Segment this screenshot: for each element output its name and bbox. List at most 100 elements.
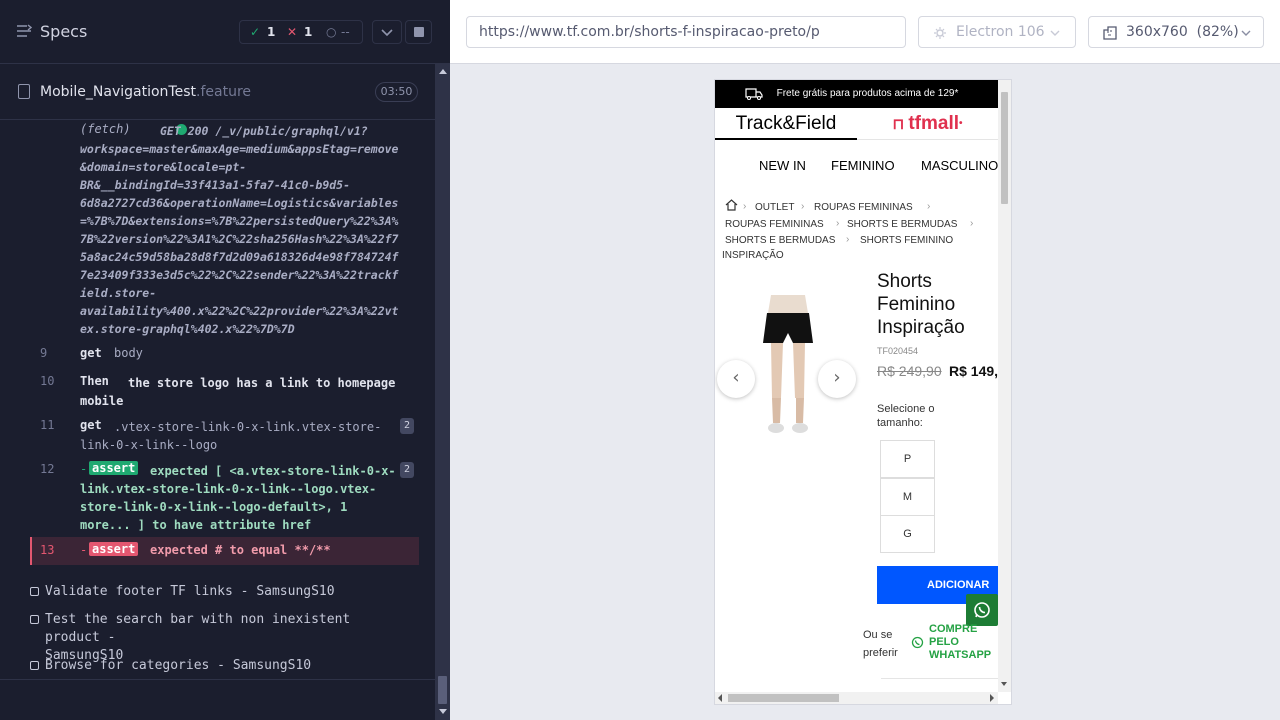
url-bar[interactable]: https://www.tf.com.br/shorts-f-inspiraca…: [466, 16, 906, 48]
prev-image-button[interactable]: ‹: [717, 360, 755, 398]
scroll-right-arrow[interactable]: [990, 694, 994, 702]
test-title-line: Browse for categories - SamsungS10: [45, 658, 312, 673]
main-nav: NEW IN FEMININO MASCULINO: [715, 150, 998, 180]
breadcrumb-item[interactable]: SHORTS E BERMUDAS: [725, 235, 835, 246]
message-line: 5a8ac24c59d58ba28d8f7d2d09a618326d4e98f7…: [80, 250, 399, 264]
breadcrumb-item[interactable]: OUTLET: [755, 202, 794, 213]
breadcrumb-item[interactable]: SHORTS FEMININO: [860, 235, 953, 246]
test-title-line: Validate footer TF links - SamsungS10: [45, 584, 335, 599]
pending-icon: ○: [326, 25, 337, 39]
size-option-p[interactable]: P: [880, 440, 935, 478]
chevron-down-icon: [1241, 30, 1251, 36]
count-badge: 2: [400, 418, 414, 434]
message-line: link.vtex-store-link-0-x-link--logo.vtex…: [80, 482, 377, 496]
specs-list-icon[interactable]: [16, 24, 32, 38]
breadcrumb-separator: ›: [743, 201, 747, 212]
command-message: GET 200 /_v/public/graphql/v1? workspace=…: [80, 122, 415, 338]
size-option-g[interactable]: G: [880, 515, 935, 553]
pending-count: --: [341, 25, 350, 39]
scroll-thumb[interactable]: [438, 676, 447, 704]
test-stats: ✓ 1 ✕ 1 ○ --: [239, 20, 363, 44]
line-number: 13: [40, 543, 55, 557]
command-message: expected # to equal **/**: [150, 543, 331, 557]
command-row-failed[interactable]: 13 - assert expected # to equal **/**: [30, 537, 419, 565]
spec-duration: 03:50: [375, 82, 418, 102]
chevron-down-icon: [1050, 30, 1060, 36]
assert-prefix: -: [80, 543, 88, 557]
breadcrumb-item[interactable]: ROUPAS FEMININAS: [725, 219, 824, 230]
page-horizontal-scrollbar[interactable]: [715, 692, 998, 704]
command-log-scrollbar[interactable]: [435, 64, 450, 720]
command-name: get: [80, 346, 102, 360]
file-ext-text: .feature: [196, 84, 252, 100]
breadcrumb-current: INSPIRAÇÃO: [722, 250, 784, 261]
test-title-line: Test the search bar with non inexistent …: [45, 612, 351, 645]
home-icon[interactable]: [725, 199, 738, 211]
browser-select[interactable]: Electron 106: [918, 16, 1076, 48]
scroll-down-arrow[interactable]: [439, 709, 447, 714]
message-line: the store logo has a link to homepage: [128, 376, 396, 390]
command-row[interactable]: 10 Then the store logo has a link to hom…: [30, 372, 419, 412]
divider: [881, 678, 998, 679]
scroll-up-arrow[interactable]: [439, 69, 447, 74]
command-log: (fetch) GET 200 /_v/public/graphql/v1? wo…: [0, 120, 435, 680]
size-option-m[interactable]: M: [880, 478, 935, 516]
count-badge: 2: [400, 462, 414, 478]
command-message: the store logo has a link to homepage mo…: [80, 374, 420, 410]
command-row[interactable]: 9 get body: [30, 344, 419, 368]
command-message: expected [ <a.vtex-store-link-0-x- link.…: [80, 462, 405, 534]
message-line: GET 200 /_v/public/graphql/v1?: [160, 124, 368, 138]
test-status-icon: [30, 615, 39, 624]
message-line: link-0-x-link--logo: [80, 438, 218, 452]
breadcrumb-item[interactable]: SHORTS E BERMUDAS: [847, 219, 957, 230]
truck-icon: [745, 88, 763, 100]
whatsapp-icon: [974, 602, 990, 618]
next-image-button[interactable]: ›: [818, 360, 856, 398]
failed-count: 1: [304, 25, 313, 39]
page-vertical-scrollbar[interactable]: [998, 80, 1011, 692]
breadcrumb-separator: ›: [801, 201, 805, 212]
breadcrumb-separator: ›: [846, 234, 850, 245]
line-number: 10: [40, 374, 55, 388]
file-name-text: Mobile_NavigationTest: [40, 84, 197, 100]
brand-tab-tfmall[interactable]: ⊓ tfmall•: [857, 108, 998, 140]
message-line: more... ] to have attribute href: [80, 518, 312, 532]
scroll-thumb[interactable]: [1001, 92, 1008, 204]
command-message: .vtex-store-link-0-x-link.vtex-store- li…: [80, 418, 400, 454]
command-row[interactable]: 11 get .vtex-store-link-0-x-link.vtex-st…: [30, 416, 419, 456]
scroll-left-arrow[interactable]: [718, 694, 722, 702]
command-row[interactable]: 12 - assert expected [ <a.vtex-store-lin…: [30, 460, 419, 536]
nav-item-feminino[interactable]: FEMININO: [831, 158, 895, 173]
message-line: BR&__bindingId=33f413a1-5fa7-41c0-b9d5-: [80, 178, 351, 192]
scroll-down-arrow[interactable]: [1001, 682, 1007, 686]
test-title: Browse for categories - SamsungS10: [45, 657, 375, 675]
product-sku: TF020454: [877, 346, 919, 356]
message-line: ex.store-graphql%402.x%22%7D%7D: [80, 322, 295, 336]
whatsapp-float-button[interactable]: [966, 594, 998, 626]
bag-icon: ⊓: [892, 116, 909, 133]
browser-label: Electron 106: [956, 24, 1045, 40]
nav-item-masculino[interactable]: MASCULINO: [921, 158, 998, 173]
whatsapp-buy-link[interactable]: COMPRE PELO WHATSAPP: [929, 623, 999, 662]
stop-button[interactable]: [405, 20, 432, 44]
chevron-down-button[interactable]: [372, 20, 402, 44]
breadcrumb-separator: ›: [927, 201, 931, 212]
message-line: ield.store-: [80, 286, 157, 300]
product-image[interactable]: [757, 295, 819, 437]
viewport-select[interactable]: 360x760 (82%): [1088, 16, 1264, 48]
breadcrumb-item[interactable]: ROUPAS FEMININAS: [814, 202, 913, 213]
test-status-icon: [30, 661, 39, 670]
stop-icon: [414, 27, 424, 37]
message-line: store-link-0-x-link--logo-default>, 1: [80, 500, 348, 514]
scroll-thumb[interactable]: [728, 694, 839, 702]
alternative-text: Ou se preferir: [863, 629, 898, 659]
message-line: availability%400.x%22%2C%22provider%22%3…: [80, 304, 399, 318]
brand-mall-text: tfmall: [908, 113, 960, 134]
runner-panel: Specs ✓ 1 ✕ 1 ○ -- Mobile_NavigationTest…: [0, 0, 450, 720]
assert-tag: assert: [89, 542, 139, 556]
nav-item-new-in[interactable]: NEW IN: [759, 158, 806, 173]
product-title: Shorts Feminino Inspiração: [877, 271, 965, 338]
brand-tab-trackfield[interactable]: Track&Field: [715, 108, 857, 140]
specs-title[interactable]: Specs: [40, 22, 87, 41]
aut-iframe: Frete grátis para produtos acima de 129*…: [715, 80, 1011, 704]
